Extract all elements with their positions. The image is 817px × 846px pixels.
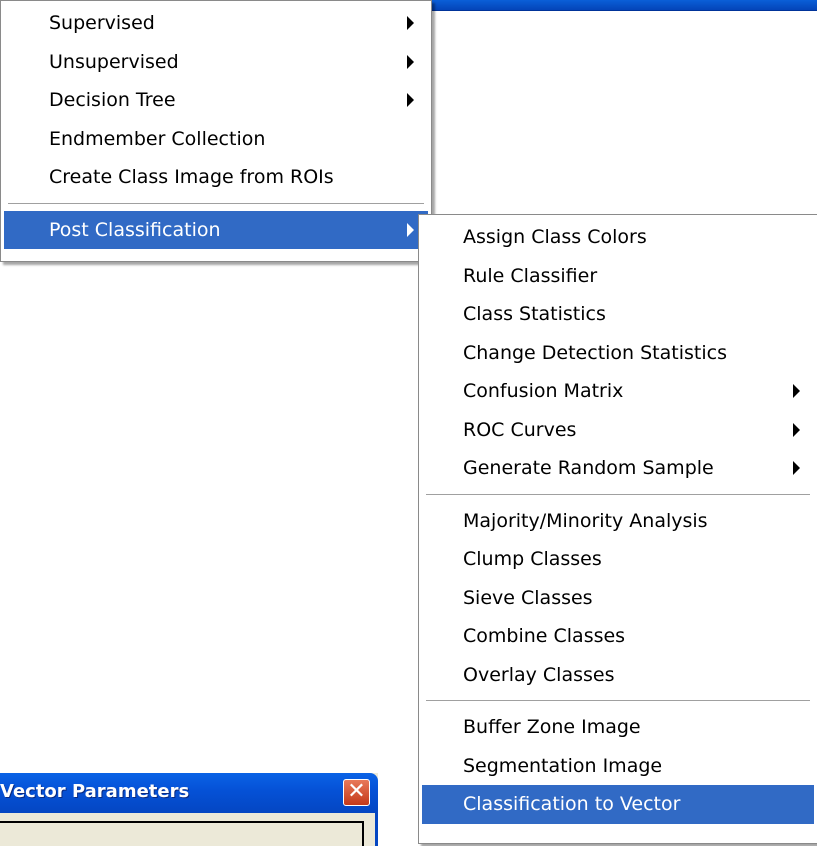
menu-item-label: Supervised bbox=[49, 12, 155, 34]
submenu-arrow-icon bbox=[407, 93, 414, 108]
menu-item-label: Create Class Image from ROIs bbox=[49, 166, 334, 188]
dialog-title: Vector Parameters bbox=[0, 781, 190, 802]
menu-separator bbox=[4, 197, 428, 211]
menu-item-roc-curves[interactable]: ROC Curves bbox=[422, 411, 814, 450]
submenu-arrow-icon bbox=[407, 54, 414, 69]
menu-item-label: Segmentation Image bbox=[463, 754, 663, 777]
menu-item-supervised[interactable]: Supervised bbox=[4, 4, 428, 43]
menu-item-label: Decision Tree bbox=[49, 89, 176, 111]
submenu-arrow-icon bbox=[407, 222, 414, 237]
menu-item-label: Generate Random Sample bbox=[463, 457, 714, 479]
menu-item-label: Rule Classifier bbox=[463, 264, 598, 287]
submenu-arrow-icon bbox=[793, 384, 800, 399]
menu-item-combine-classes[interactable]: Combine Classes bbox=[422, 617, 814, 656]
menu-item-classification-to-vector[interactable]: Classification to Vector bbox=[422, 785, 814, 824]
menu-item-label: Endmember Collection bbox=[49, 127, 266, 150]
menu-item-decision-tree[interactable]: Decision Tree bbox=[4, 81, 428, 120]
menu-item-label: Majority/Minority Analysis bbox=[463, 509, 708, 532]
dialog-titlebar[interactable]: Vector Parameters ✕ bbox=[0, 773, 378, 813]
menu-item-label: Overlay Classes bbox=[463, 663, 615, 686]
menu-item-majority-minority-analysis[interactable]: Majority/Minority Analysis bbox=[422, 502, 814, 541]
menu-separator bbox=[422, 694, 814, 708]
vector-parameters-dialog: Vector Parameters ✕ bbox=[0, 773, 378, 846]
menu-item-label: Sieve Classes bbox=[463, 586, 593, 609]
menu-item-label: Combine Classes bbox=[463, 625, 626, 647]
menu-item-generate-random-sample[interactable]: Generate Random Sample bbox=[422, 449, 814, 488]
submenu-arrow-icon bbox=[793, 422, 800, 437]
menu-item-label: Classification to Vector bbox=[463, 793, 681, 815]
menu-item-assign-class-colors[interactable]: Assign Class Colors bbox=[422, 218, 814, 257]
post-classification-submenu: Assign Class Colors Rule Classifier Clas… bbox=[418, 214, 817, 844]
menu-item-label: Clump Classes bbox=[463, 548, 602, 570]
menu-item-label: Confusion Matrix bbox=[463, 380, 624, 402]
menu-item-label: Class Statistics bbox=[463, 303, 606, 325]
menu-item-clump-classes[interactable]: Clump Classes bbox=[422, 540, 814, 579]
classification-menu: Supervised Unsupervised Decision Tree En… bbox=[0, 0, 432, 262]
menu-item-create-class-image[interactable]: Create Class Image from ROIs bbox=[4, 158, 428, 197]
menu-item-label: Change Detection Statistics bbox=[463, 341, 727, 364]
menu-item-sieve-classes[interactable]: Sieve Classes bbox=[422, 579, 814, 618]
dialog-body bbox=[0, 813, 378, 846]
dialog-input-field[interactable] bbox=[0, 821, 364, 846]
menu-item-unsupervised[interactable]: Unsupervised bbox=[4, 43, 428, 82]
menu-item-rule-classifier[interactable]: Rule Classifier bbox=[422, 257, 814, 296]
menu-item-label: Unsupervised bbox=[49, 50, 179, 73]
menu-item-class-statistics[interactable]: Class Statistics bbox=[422, 295, 814, 334]
close-icon: ✕ bbox=[347, 779, 366, 804]
menu-item-overlay-classes[interactable]: Overlay Classes bbox=[422, 656, 814, 695]
menu-item-label: ROC Curves bbox=[463, 418, 577, 441]
screen: Vector Parameters ✕ Supervised Unsupervi… bbox=[0, 0, 817, 846]
menu-item-label: Buffer Zone Image bbox=[463, 716, 641, 738]
submenu-arrow-icon bbox=[407, 16, 414, 31]
menu-item-segmentation-image[interactable]: Segmentation Image bbox=[422, 747, 814, 786]
menu-item-post-classification[interactable]: Post Classification bbox=[4, 210, 428, 249]
menu-item-label: Assign Class Colors bbox=[463, 226, 647, 248]
menu-item-endmember-collection[interactable]: Endmember Collection bbox=[4, 120, 428, 159]
menu-item-buffer-zone-image[interactable]: Buffer Zone Image bbox=[422, 708, 814, 747]
submenu-arrow-icon bbox=[793, 461, 800, 476]
menu-separator bbox=[422, 488, 814, 502]
background-window-titlebar bbox=[430, 0, 817, 11]
menu-item-change-detection-statistics[interactable]: Change Detection Statistics bbox=[422, 334, 814, 373]
menu-item-label: Post Classification bbox=[49, 218, 221, 241]
close-button[interactable]: ✕ bbox=[343, 779, 370, 806]
menu-item-confusion-matrix[interactable]: Confusion Matrix bbox=[422, 372, 814, 411]
